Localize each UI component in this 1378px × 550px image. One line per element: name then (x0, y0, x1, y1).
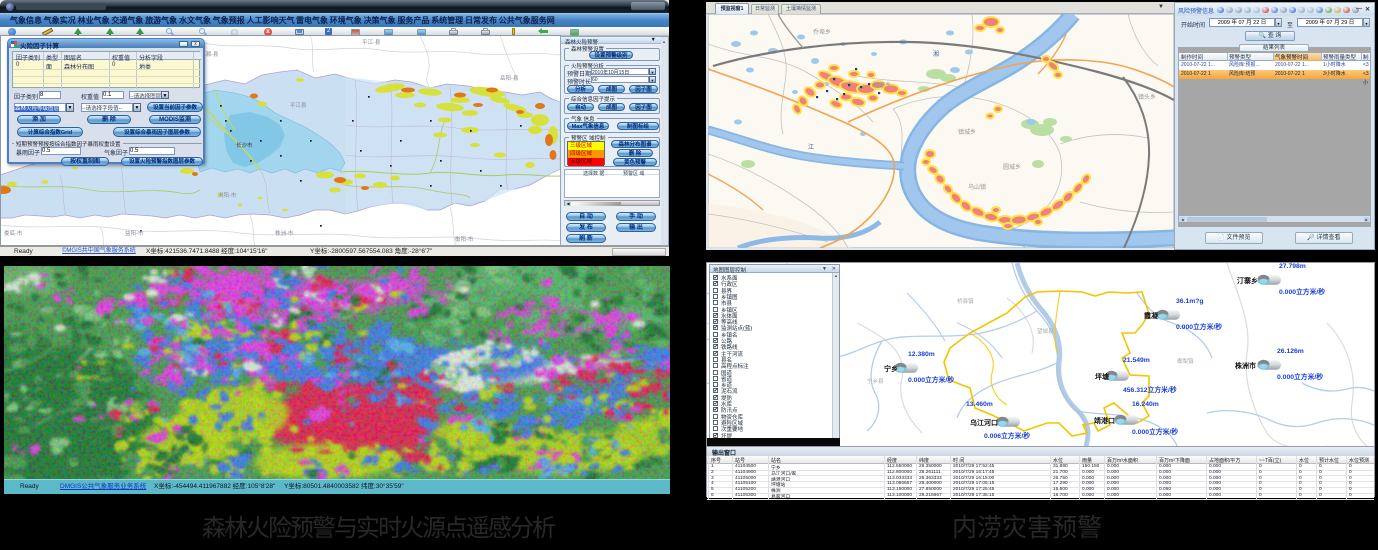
svg-text:榔梨镇: 榔梨镇 (1177, 357, 1194, 365)
svg-text:株洲市: 株洲市 (1235, 361, 1256, 370)
svg-text:靖港口: 靖港口 (1094, 416, 1115, 425)
svg-text:江: 江 (808, 144, 814, 151)
svg-text:16.240m: 16.240m (1132, 401, 1159, 408)
svg-text:湘: 湘 (933, 50, 939, 58)
svg-text:21.549m: 21.549m (1123, 357, 1150, 364)
svg-text:霞凝: 霞凝 (1144, 311, 1159, 320)
svg-text:0.000立方米/秒: 0.000立方米/秒 (1132, 427, 1178, 436)
svg-text:0.000立方米/秒: 0.000立方米/秒 (1277, 372, 1323, 381)
svg-text:坪塘: 坪塘 (1095, 372, 1109, 381)
svg-text:镇头乡: 镇头乡 (1138, 93, 1156, 101)
svg-text:宁乡: 宁乡 (884, 364, 898, 373)
svg-text:26.126m: 26.126m (1277, 348, 1304, 355)
svg-text:0.000立方米/秒: 0.000立方米/秒 (908, 375, 954, 384)
svg-text:12.380m: 12.380m (908, 351, 935, 358)
svg-text:宁乡县: 宁乡县 (867, 377, 884, 385)
svg-text:格塘乡: 格塘乡 (873, 81, 891, 89)
svg-text:桥驿镇: 桥驿镇 (957, 297, 974, 305)
svg-text:456.312立方米/秒: 456.312立方米/秒 (1123, 385, 1177, 394)
svg-text:汀寨乡: 汀寨乡 (1237, 276, 1258, 285)
svg-text:36.1m?g: 36.1m?g (1176, 298, 1204, 305)
svg-text:27.798m: 27.798m (1279, 263, 1306, 270)
svg-text:圆城乡: 圆城乡 (1003, 164, 1021, 171)
svg-text:0.000立方米/秒: 0.000立方米/秒 (1176, 322, 1222, 331)
svg-text:乌江河口: 乌江河口 (970, 418, 998, 427)
svg-text:乔埠乡: 乔埠乡 (813, 28, 831, 36)
svg-text:0.006立方米/秒: 0.006立方米/秒 (984, 431, 1030, 440)
svg-text:乌山镇: 乌山镇 (968, 183, 986, 191)
svg-text:镇城乡: 镇城乡 (958, 128, 976, 136)
svg-text:0.000立方米/秒: 0.000立方米/秒 (1279, 287, 1325, 296)
svg-text:13.460m: 13.460m (966, 401, 993, 408)
svg-text:望城县: 望城县 (1037, 327, 1054, 335)
